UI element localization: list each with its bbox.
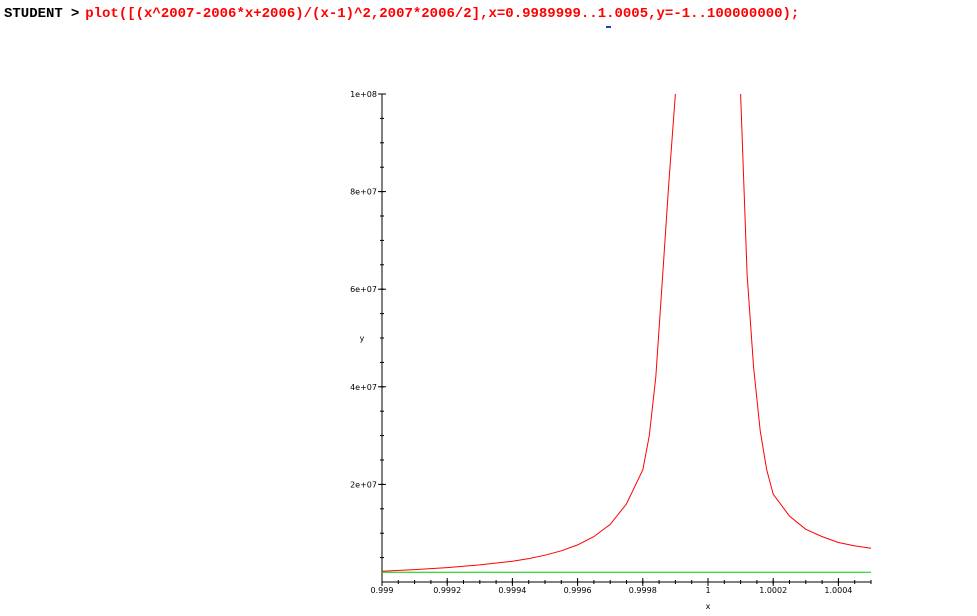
x-tick-label: 0.9994 bbox=[498, 586, 526, 595]
axes bbox=[378, 93, 872, 586]
y-axis-title: y bbox=[360, 334, 365, 343]
y-tick-label: 1e+08 bbox=[350, 90, 377, 99]
y-tick-label: 8e+07 bbox=[350, 188, 377, 197]
x-tick-label: 1 bbox=[705, 586, 710, 595]
y-tick-label: 2e+07 bbox=[350, 480, 377, 489]
x-tick-label: 0.999 bbox=[371, 586, 394, 595]
series-1-segment-2 bbox=[740, 93, 872, 549]
x-tick-label: 1.0004 bbox=[824, 586, 852, 595]
x-tick-label: 1.0002 bbox=[759, 586, 787, 595]
tick-labels: 0.999 0.9992 0.9994 0.9996 0.9998 1 1.0002 1.00… bbox=[350, 90, 852, 611]
x-axis-title: x bbox=[706, 602, 711, 611]
x-tick-label: 0.9996 bbox=[564, 586, 592, 595]
x-tick-label: 0.9992 bbox=[433, 586, 461, 595]
plot-canvas[interactable]: 0.999 0.9992 0.9994 0.9996 0.9998 1 1.0002 1.00… bbox=[0, 0, 977, 616]
series-layer bbox=[381, 93, 872, 573]
series-1-segment-1 bbox=[381, 93, 676, 572]
x-tick-label: 0.9998 bbox=[629, 586, 657, 595]
y-tick-label: 4e+07 bbox=[350, 383, 377, 392]
y-tick-label: 6e+07 bbox=[350, 285, 377, 294]
